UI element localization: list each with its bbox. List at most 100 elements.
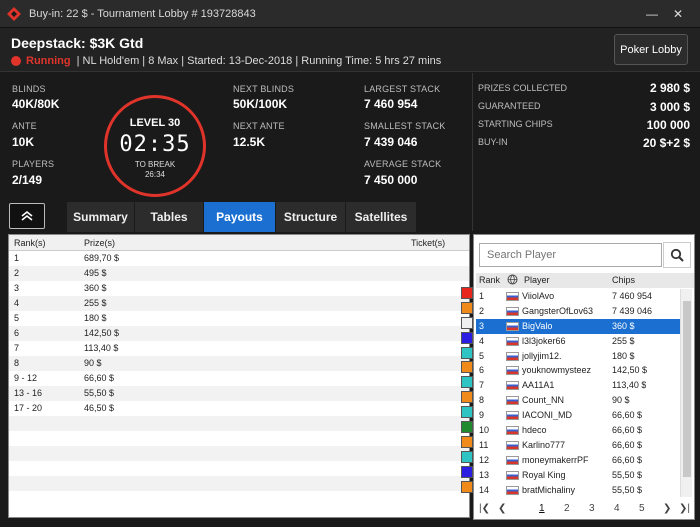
prizes-collected-value: 2 980 $ bbox=[649, 81, 690, 95]
collapse-button[interactable] bbox=[9, 203, 45, 229]
table-row bbox=[9, 446, 469, 461]
player-color-marker[interactable] bbox=[461, 465, 473, 478]
prize-column-header[interactable]: Prize(s) bbox=[84, 238, 115, 248]
player-row[interactable]: 13 Royal King 55,50 $ bbox=[476, 468, 681, 483]
player-color-marker[interactable] bbox=[461, 346, 473, 359]
tab-structure[interactable]: Structure bbox=[276, 202, 346, 232]
tournament-status-line: Running | NL Hold'em | 8 Max | Started: … bbox=[11, 55, 441, 67]
guaranteed-label: GUARANTEED bbox=[478, 101, 541, 111]
tab-satellites[interactable]: Satellites bbox=[346, 202, 417, 232]
player-row[interactable]: 5 jollyjim12. 180 $ bbox=[476, 349, 681, 364]
player-rank: 1 bbox=[479, 291, 485, 301]
ticket-column-header[interactable]: Ticket(s) bbox=[411, 238, 445, 248]
table-row: 2 495 $ bbox=[9, 266, 469, 281]
ante-value: 10K bbox=[12, 135, 35, 149]
table-row bbox=[9, 431, 469, 446]
player-color-marker[interactable] bbox=[461, 450, 473, 463]
search-icon bbox=[670, 248, 684, 262]
player-row[interactable]: 9 IACONI_MD 66,60 $ bbox=[476, 408, 681, 423]
largest-stack-label: LARGEST STACK bbox=[364, 84, 441, 94]
rank-column-header[interactable]: Rank bbox=[479, 275, 500, 285]
player-row[interactable]: 4 l3l3joker66 255 $ bbox=[476, 334, 681, 349]
level-label: LEVEL 30 bbox=[129, 117, 181, 129]
minimize-icon[interactable]: — bbox=[644, 6, 660, 22]
player-name: Karlino777 bbox=[522, 439, 566, 450]
country-flag-icon bbox=[506, 351, 519, 361]
player-row[interactable]: 14 bratMichaliny 55,50 $ bbox=[476, 483, 681, 497]
to-break-timer: 26:34 bbox=[144, 170, 166, 179]
player-row[interactable]: 2 GangsterOfLov63 7 439 046 bbox=[476, 304, 681, 319]
player-color-marker[interactable] bbox=[461, 421, 473, 434]
payouts-table: Rank(s) Prize(s) Ticket(s) 1 689,70 $ 2 495… bbox=[8, 234, 470, 518]
next-page-icon[interactable]: ❯ bbox=[663, 503, 671, 514]
scrollbar-thumb[interactable] bbox=[683, 301, 691, 477]
window-title: Buy-in: 22 $ - Tournament Lobby # 193728… bbox=[29, 7, 256, 20]
page-5-link[interactable]: 5 bbox=[639, 503, 645, 514]
player-chips: 66,60 $ bbox=[612, 439, 643, 450]
player-row[interactable]: 11 Karlino777 66,60 $ bbox=[476, 438, 681, 453]
search-player-input[interactable] bbox=[479, 243, 662, 267]
player-color-marker[interactable] bbox=[461, 391, 473, 404]
player-column-header[interactable]: Player bbox=[524, 275, 550, 285]
app-logo-icon bbox=[7, 6, 21, 21]
player-color-marker[interactable] bbox=[461, 301, 473, 314]
tab-summary[interactable]: Summary bbox=[67, 202, 135, 232]
player-color-marker[interactable] bbox=[461, 480, 473, 493]
country-flag-icon bbox=[506, 455, 519, 465]
player-row[interactable]: 10 hdeco 66,60 $ bbox=[476, 423, 681, 438]
status-dot-icon bbox=[11, 56, 21, 66]
poker-lobby-button[interactable]: Poker Lobby bbox=[614, 34, 688, 65]
player-color-marker[interactable] bbox=[461, 376, 473, 389]
player-chips: 180 $ bbox=[612, 350, 635, 361]
player-color-marker[interactable] bbox=[461, 435, 473, 448]
page-1-link[interactable]: 1 bbox=[539, 503, 545, 514]
players-pager: |❮ ❮ 1 2 3 4 5 ❯ ❯| bbox=[476, 498, 694, 518]
chips-column-header[interactable]: Chips bbox=[612, 275, 635, 285]
next-ante-label: NEXT ANTE bbox=[233, 121, 285, 131]
page-3-link[interactable]: 3 bbox=[589, 503, 595, 514]
player-color-marker[interactable] bbox=[461, 316, 473, 329]
table-row bbox=[9, 461, 469, 476]
player-row[interactable]: 1 ViiolAvo 7 460 954 bbox=[476, 289, 681, 304]
players-scrollbar[interactable] bbox=[680, 289, 692, 497]
payout-rank: 8 bbox=[14, 358, 20, 368]
page-4-link[interactable]: 4 bbox=[614, 503, 620, 514]
rank-column-header[interactable]: Rank(s) bbox=[14, 238, 46, 248]
payout-prize: 55,50 $ bbox=[84, 388, 115, 398]
first-page-icon[interactable]: |❮ bbox=[479, 503, 490, 514]
prev-page-icon[interactable]: ❮ bbox=[498, 503, 506, 514]
search-button[interactable] bbox=[663, 242, 691, 268]
player-color-marker[interactable] bbox=[461, 361, 473, 374]
player-row[interactable]: 6 youknowmysteez 142,50 $ bbox=[476, 363, 681, 378]
payout-prize: 142,50 $ bbox=[84, 328, 120, 338]
player-row[interactable]: 7 AA11A1 113,40 $ bbox=[476, 378, 681, 393]
payout-rank: 9 - 12 bbox=[14, 373, 38, 383]
payout-rank: 1 bbox=[14, 253, 20, 263]
player-color-marker[interactable] bbox=[461, 406, 473, 419]
player-name: jollyjim12. bbox=[522, 350, 562, 361]
close-icon[interactable]: ✕ bbox=[670, 6, 686, 22]
country-flag-icon bbox=[506, 440, 519, 450]
globe-icon[interactable] bbox=[507, 274, 518, 287]
next-ante-value: 12.5K bbox=[233, 135, 266, 149]
table-row bbox=[9, 491, 469, 506]
country-flag-icon bbox=[506, 426, 519, 436]
starting-chips-label: STARTING CHIPS bbox=[478, 119, 553, 129]
player-name: AA11A1 bbox=[522, 380, 555, 391]
page-2-link[interactable]: 2 bbox=[564, 503, 570, 514]
player-row[interactable]: 8 Count_NN 90 $ bbox=[476, 393, 681, 408]
players-list: 1 ViiolAvo 7 460 954 2 GangsterOfLov63 7 439 … bbox=[476, 289, 681, 497]
player-color-marker[interactable] bbox=[461, 331, 473, 344]
player-name: Royal King bbox=[522, 469, 566, 480]
player-chips: 255 $ bbox=[612, 335, 635, 346]
player-row[interactable]: 12 moneymakerrPF 66,60 $ bbox=[476, 453, 681, 468]
player-name: BigValo bbox=[522, 320, 553, 331]
buy-in-label: BUY-IN bbox=[478, 137, 508, 147]
tab-tables[interactable]: Tables bbox=[135, 202, 204, 232]
player-row[interactable]: 3 BigValo 360 $ bbox=[476, 318, 681, 334]
tab-payouts[interactable]: Payouts bbox=[204, 202, 276, 232]
player-color-marker[interactable] bbox=[461, 287, 473, 299]
last-page-icon[interactable]: ❯| bbox=[679, 503, 690, 514]
player-chips: 90 $ bbox=[612, 395, 630, 406]
payout-prize: 113,40 $ bbox=[84, 343, 119, 353]
